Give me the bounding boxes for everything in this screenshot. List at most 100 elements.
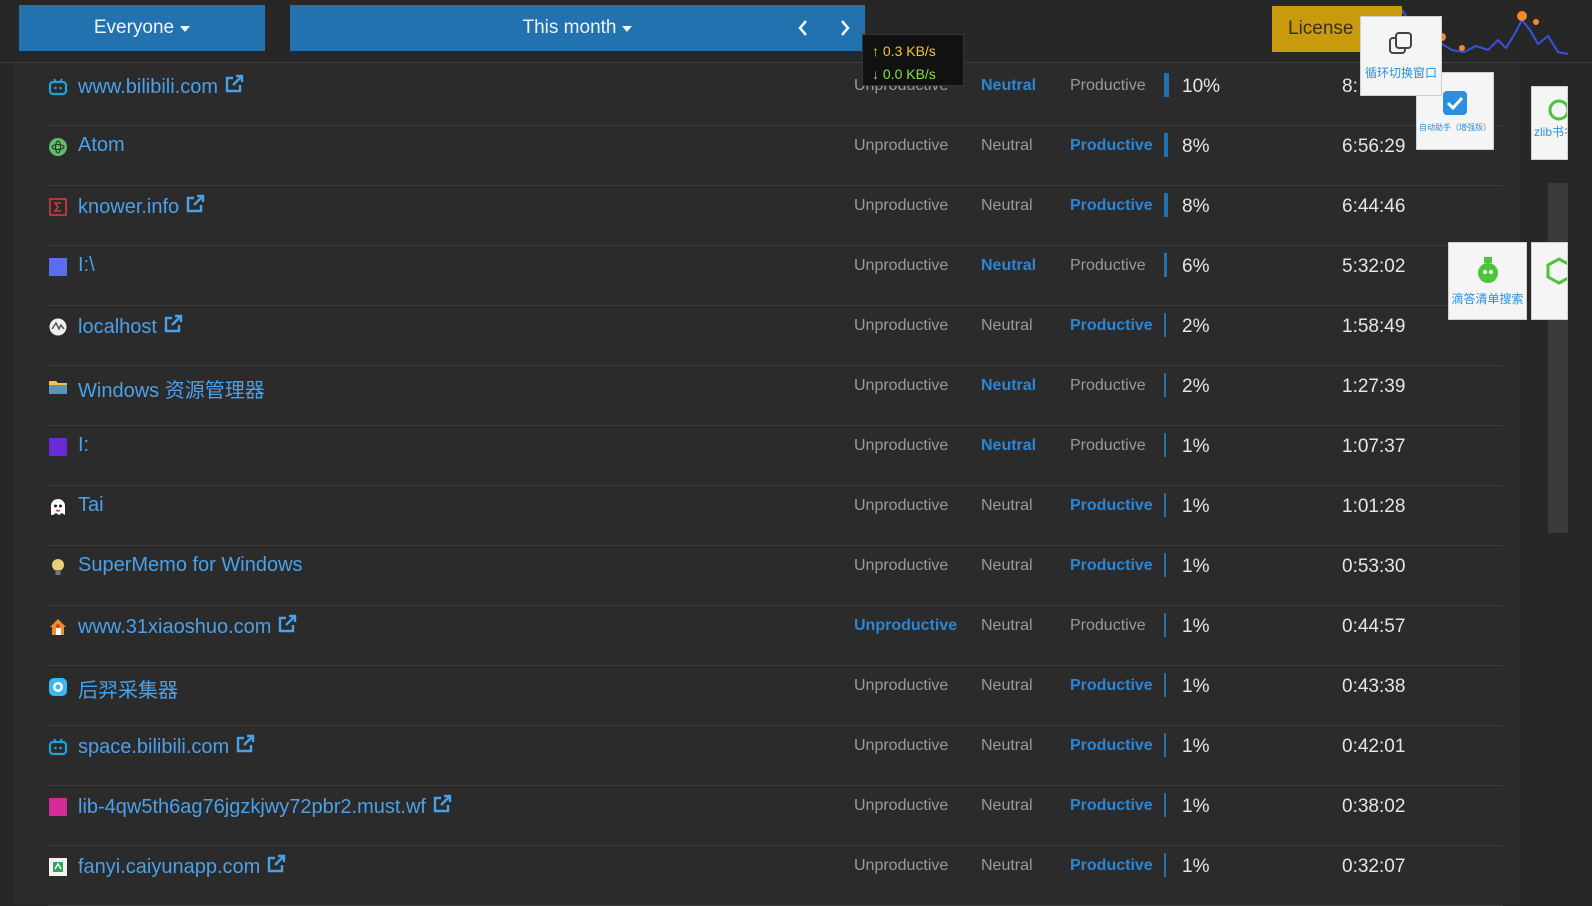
table-row[interactable]: Windows 资源管理器 Unproductive Neutral Producti… [48,365,1503,426]
external-link-icon[interactable] [229,734,255,760]
external-link-icon[interactable] [157,314,183,340]
app-name-link[interactable]: I: [78,434,89,457]
category-neutral-option[interactable]: Neutral [981,437,1036,455]
category-neutral-option[interactable]: Neutral [981,77,1036,95]
app-name-link[interactable]: 后羿采集器 [78,674,178,703]
category-productive-option[interactable]: Productive [1070,497,1153,515]
category-neutral-option[interactable]: Neutral [981,317,1033,335]
app-name-link[interactable]: fanyi.caiyunapp.com [78,854,286,880]
table-row[interactable]: SuperMemo for Windows Unproductive Neutral… [48,545,1503,606]
category-unproductive-option[interactable]: Unproductive [854,197,948,215]
category-unproductive-option[interactable]: Unproductive [854,677,948,695]
category-productive-option[interactable]: Productive [1070,797,1153,815]
usage-share-bar [1164,613,1166,637]
usage-share-bar [1164,853,1166,877]
category-productive-option[interactable]: Productive [1070,77,1146,95]
scrollbar-thumb[interactable] [1548,183,1568,533]
app-name-link[interactable]: www.bilibili.com [78,74,244,100]
category-unproductive-option[interactable]: Unproductive [854,557,948,575]
table-row[interactable]: knower.info Unproductive Neutral Productive… [48,185,1503,246]
period-filter-dropdown[interactable]: This month [290,5,865,51]
table-row[interactable]: www.31xiaoshuo.com Unproductive Neutral Pro… [48,605,1503,666]
app-name-link[interactable]: Tai [78,494,104,517]
app-name-link[interactable]: localhost [78,314,183,340]
category-unproductive-option[interactable]: Unproductive [854,737,948,755]
external-link-icon[interactable] [426,794,452,820]
category-productive-option[interactable]: Productive [1070,617,1146,635]
app-name-link[interactable]: lib-4qw5th6ag76jgzkjwy72pbr2.must.wf [78,794,452,820]
category-neutral-option[interactable]: Neutral [981,557,1033,575]
category-productive-option[interactable]: Productive [1070,737,1153,755]
app-name-link[interactable]: www.31xiaoshuo.com [78,614,297,640]
table-row[interactable]: fanyi.caiyunapp.com Unproductive Neutral Pr… [48,845,1503,906]
category-unproductive-option[interactable]: Unproductive [854,617,957,635]
table-row[interactable]: Atom Unproductive Neutral Productive 8% 6:56:… [48,125,1503,186]
previous-period-button[interactable] [788,5,818,51]
category-neutral-option[interactable]: Neutral [981,737,1033,755]
usage-duration: 0:43:38 [1342,676,1406,697]
category-productive-option[interactable]: Productive [1070,257,1146,275]
app-name-link[interactable]: Atom [78,134,125,157]
category-neutral-option[interactable]: Neutral [981,197,1033,215]
category-unproductive-option[interactable]: Unproductive [854,137,948,155]
usage-percent: 2% [1182,376,1210,397]
didi-search-widget[interactable]: 滴答清单搜索 [1448,242,1527,320]
atom-icon [48,137,68,157]
category-unproductive-option[interactable]: Unproductive [854,257,948,275]
category-neutral-option[interactable]: Neutral [981,857,1033,875]
window-cycle-widget[interactable]: 循环切换窗口 [1360,16,1442,96]
category-productive-option[interactable]: Productive [1070,857,1153,875]
usage-duration: 0:42:01 [1342,736,1406,757]
app-name-link[interactable]: space.bilibili.com [78,734,255,760]
category-productive-option[interactable]: Productive [1070,317,1153,335]
category-productive-option[interactable]: Productive [1070,137,1153,155]
category-neutral-option[interactable]: Neutral [981,497,1033,515]
external-link-icon[interactable] [218,74,244,100]
usage-duration: 0:38:02 [1342,796,1406,817]
category-neutral-option[interactable]: Neutral [981,677,1033,695]
category-unproductive-option[interactable]: Unproductive [854,377,948,395]
category-neutral-option[interactable]: Neutral [981,257,1036,275]
external-link-icon[interactable] [260,854,286,880]
category-neutral-option[interactable]: Neutral [981,617,1033,635]
table-row[interactable]: space.bilibili.com Unproductive Neutral Pro… [48,725,1503,786]
app-name-link[interactable]: I:\ [78,254,95,277]
category-unproductive-option[interactable]: Unproductive [854,857,948,875]
table-row[interactable]: 后羿采集器 Unproductive Neutral Productive 1% 0:43… [48,665,1503,726]
usage-share-bar [1164,493,1166,517]
zlib-widget[interactable]: zlib书名 [1531,86,1568,160]
app-name-link[interactable]: knower.info [78,194,205,220]
external-link-icon[interactable] [179,194,205,220]
app-name-link[interactable]: Windows 资源管理器 [78,374,265,403]
category-unproductive-option[interactable]: Unproductive [854,497,948,515]
category-productive-option[interactable]: Productive [1070,377,1146,395]
table-row[interactable]: Tai Unproductive Neutral Productive 1% 1:01:2… [48,485,1503,546]
table-row[interactable]: localhost Unproductive Neutral Productive 2%… [48,305,1503,366]
category-unproductive-option[interactable]: Unproductive [854,797,948,815]
category-neutral-option[interactable]: Neutral [981,797,1033,815]
category-productive-option[interactable]: Productive [1070,557,1153,575]
table-row[interactable]: I:\ Unproductive Neutral Productive 6% 5:32:0… [48,245,1503,306]
user-filter-dropdown[interactable]: Everyone [19,5,265,51]
next-period-button[interactable] [830,5,860,51]
table-row[interactable]: lib-4qw5th6ag76jgzkjwy72pbr2.must.wf Unpr… [48,785,1503,846]
window-cycle-label: 循环切换窗口 [1364,66,1437,80]
category-neutral-option[interactable]: Neutral [981,377,1036,395]
category-unproductive-option[interactable]: Unproductive [854,317,948,335]
category-productive-option[interactable]: Productive [1070,437,1146,455]
collector-icon [48,677,68,697]
table-row[interactable]: www.bilibili.comUnproductiveNeutralProdu… [48,65,1503,126]
license-label: License [1288,18,1354,39]
category-neutral-option[interactable]: Neutral [981,137,1033,155]
category-productive-option[interactable]: Productive [1070,677,1153,695]
category-unproductive-option[interactable]: Unproductive [854,437,948,455]
app-name-link[interactable]: SuperMemo for Windows [78,554,303,577]
category-productive-option[interactable]: Productive [1070,197,1153,215]
usage-duration: 8: [1342,76,1358,97]
usage-share-bar [1164,253,1167,277]
table-row[interactable]: I: Unproductive Neutral Productive 1% 1:07:37 [48,425,1503,486]
extension-widget[interactable] [1531,242,1568,320]
caiyun-icon [48,857,68,877]
sigma-icon [48,197,68,217]
external-link-icon[interactable] [271,614,297,640]
